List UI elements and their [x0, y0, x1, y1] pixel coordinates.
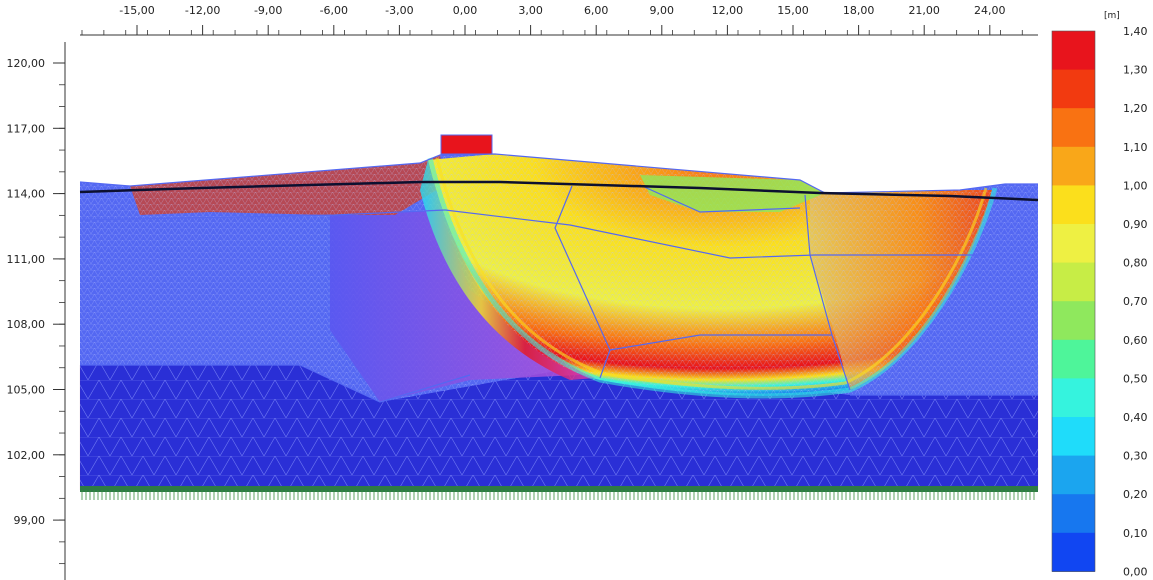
- legend-label: 1,10: [1123, 141, 1148, 154]
- x-tick-label: -9,00: [254, 4, 282, 17]
- legend-swatch: [1052, 146, 1095, 186]
- y-tick-label: 114,00: [7, 188, 46, 201]
- x-tick-label: -15,00: [119, 4, 154, 17]
- legend-swatch: [1052, 262, 1095, 302]
- x-tick-label: 21,00: [908, 4, 940, 17]
- legend-swatch: [1052, 301, 1095, 341]
- legend-label: 1,20: [1123, 102, 1148, 115]
- legend-swatch: [1052, 378, 1095, 418]
- x-tick-label: 3,00: [518, 4, 543, 17]
- x-tick-label: -12,00: [185, 4, 220, 17]
- legend-label: 0,80: [1123, 257, 1148, 270]
- x-tick-label: -6,00: [320, 4, 348, 17]
- y-tick-label: 111,00: [7, 253, 46, 266]
- y-axis-labels: 120,00 117,00 114,00 111,00 108,00 105,00 102,…: [7, 57, 46, 527]
- legend-label: 0,20: [1123, 488, 1148, 501]
- x-axis: -15,00 -12,00 -9,00 -6,00 -3,00 0,00 3,00 6,00 9…: [80, 4, 1038, 36]
- x-tick-label: 12,00: [712, 4, 744, 17]
- legend-swatch: [1052, 31, 1095, 71]
- x-axis-labels: -15,00 -12,00 -9,00 -6,00 -3,00 0,00 3,00 6,00 9…: [119, 4, 1005, 17]
- legend-label: 1,30: [1123, 64, 1148, 77]
- legend-label: 1,00: [1123, 179, 1148, 192]
- y-tick-label: 105,00: [7, 384, 46, 397]
- y-tick-label: 108,00: [7, 318, 46, 331]
- legend-swatch: [1052, 532, 1095, 572]
- legend-label: 0,00: [1123, 565, 1148, 578]
- y-axis: 120,00 117,00 114,00 111,00 108,00 105,00 102,…: [7, 42, 66, 580]
- y-tick-label: 99,00: [14, 514, 46, 527]
- x-tick-label: 18,00: [843, 4, 875, 17]
- legend-label: 0,60: [1123, 334, 1148, 347]
- legend-swatch: [1052, 69, 1095, 109]
- x-axis-minor-ticks: [81, 25, 1023, 35]
- y-axis-minor-ticks: [53, 62, 65, 565]
- y-tick-label: 120,00: [7, 57, 46, 70]
- legend-swatch: [1052, 417, 1095, 457]
- model-domain: [79, 134, 1039, 500]
- legend-swatch: [1052, 494, 1095, 534]
- legend-label: 0,90: [1123, 218, 1148, 231]
- legend-swatch: [1052, 108, 1095, 148]
- legend-label: 1,40: [1123, 25, 1148, 38]
- legend-swatch: [1052, 339, 1095, 379]
- legend-label: 0,70: [1123, 295, 1148, 308]
- legend-color-bar: [1051, 30, 1096, 572]
- displacement-plot: -15,00 -12,00 -9,00 -6,00 -3,00 0,00 3,00 6,00 9…: [7, 4, 1148, 580]
- y-tick-label: 102,00: [7, 449, 46, 462]
- legend-label: 0,50: [1123, 372, 1148, 385]
- crest-structure: [440, 134, 493, 155]
- legend-swatch: [1052, 455, 1095, 495]
- legend-label: 0,30: [1123, 450, 1148, 463]
- legend-unit: [m]: [1104, 11, 1120, 21]
- legend-label: 0,10: [1123, 527, 1148, 540]
- legend-swatch: [1052, 224, 1095, 264]
- x-tick-label: 0,00: [453, 4, 478, 17]
- legend: [m] 1,40 1,30 1,20 1,10 1,00 0,90 0,80 0,70 0,60…: [1051, 11, 1148, 578]
- x-tick-label: 9,00: [650, 4, 675, 17]
- y-tick-label: 117,00: [7, 122, 46, 135]
- legend-labels: 1,40 1,30 1,20 1,10 1,00 0,90 0,80 0,70 0,60 0,50…: [1123, 25, 1148, 578]
- legend-label: 0,40: [1123, 411, 1148, 424]
- x-tick-label: 15,00: [777, 4, 809, 17]
- legend-swatch: [1052, 185, 1095, 225]
- x-tick-label: 24,00: [974, 4, 1006, 17]
- x-tick-label: 6,00: [584, 4, 609, 17]
- x-tick-label: -3,00: [385, 4, 413, 17]
